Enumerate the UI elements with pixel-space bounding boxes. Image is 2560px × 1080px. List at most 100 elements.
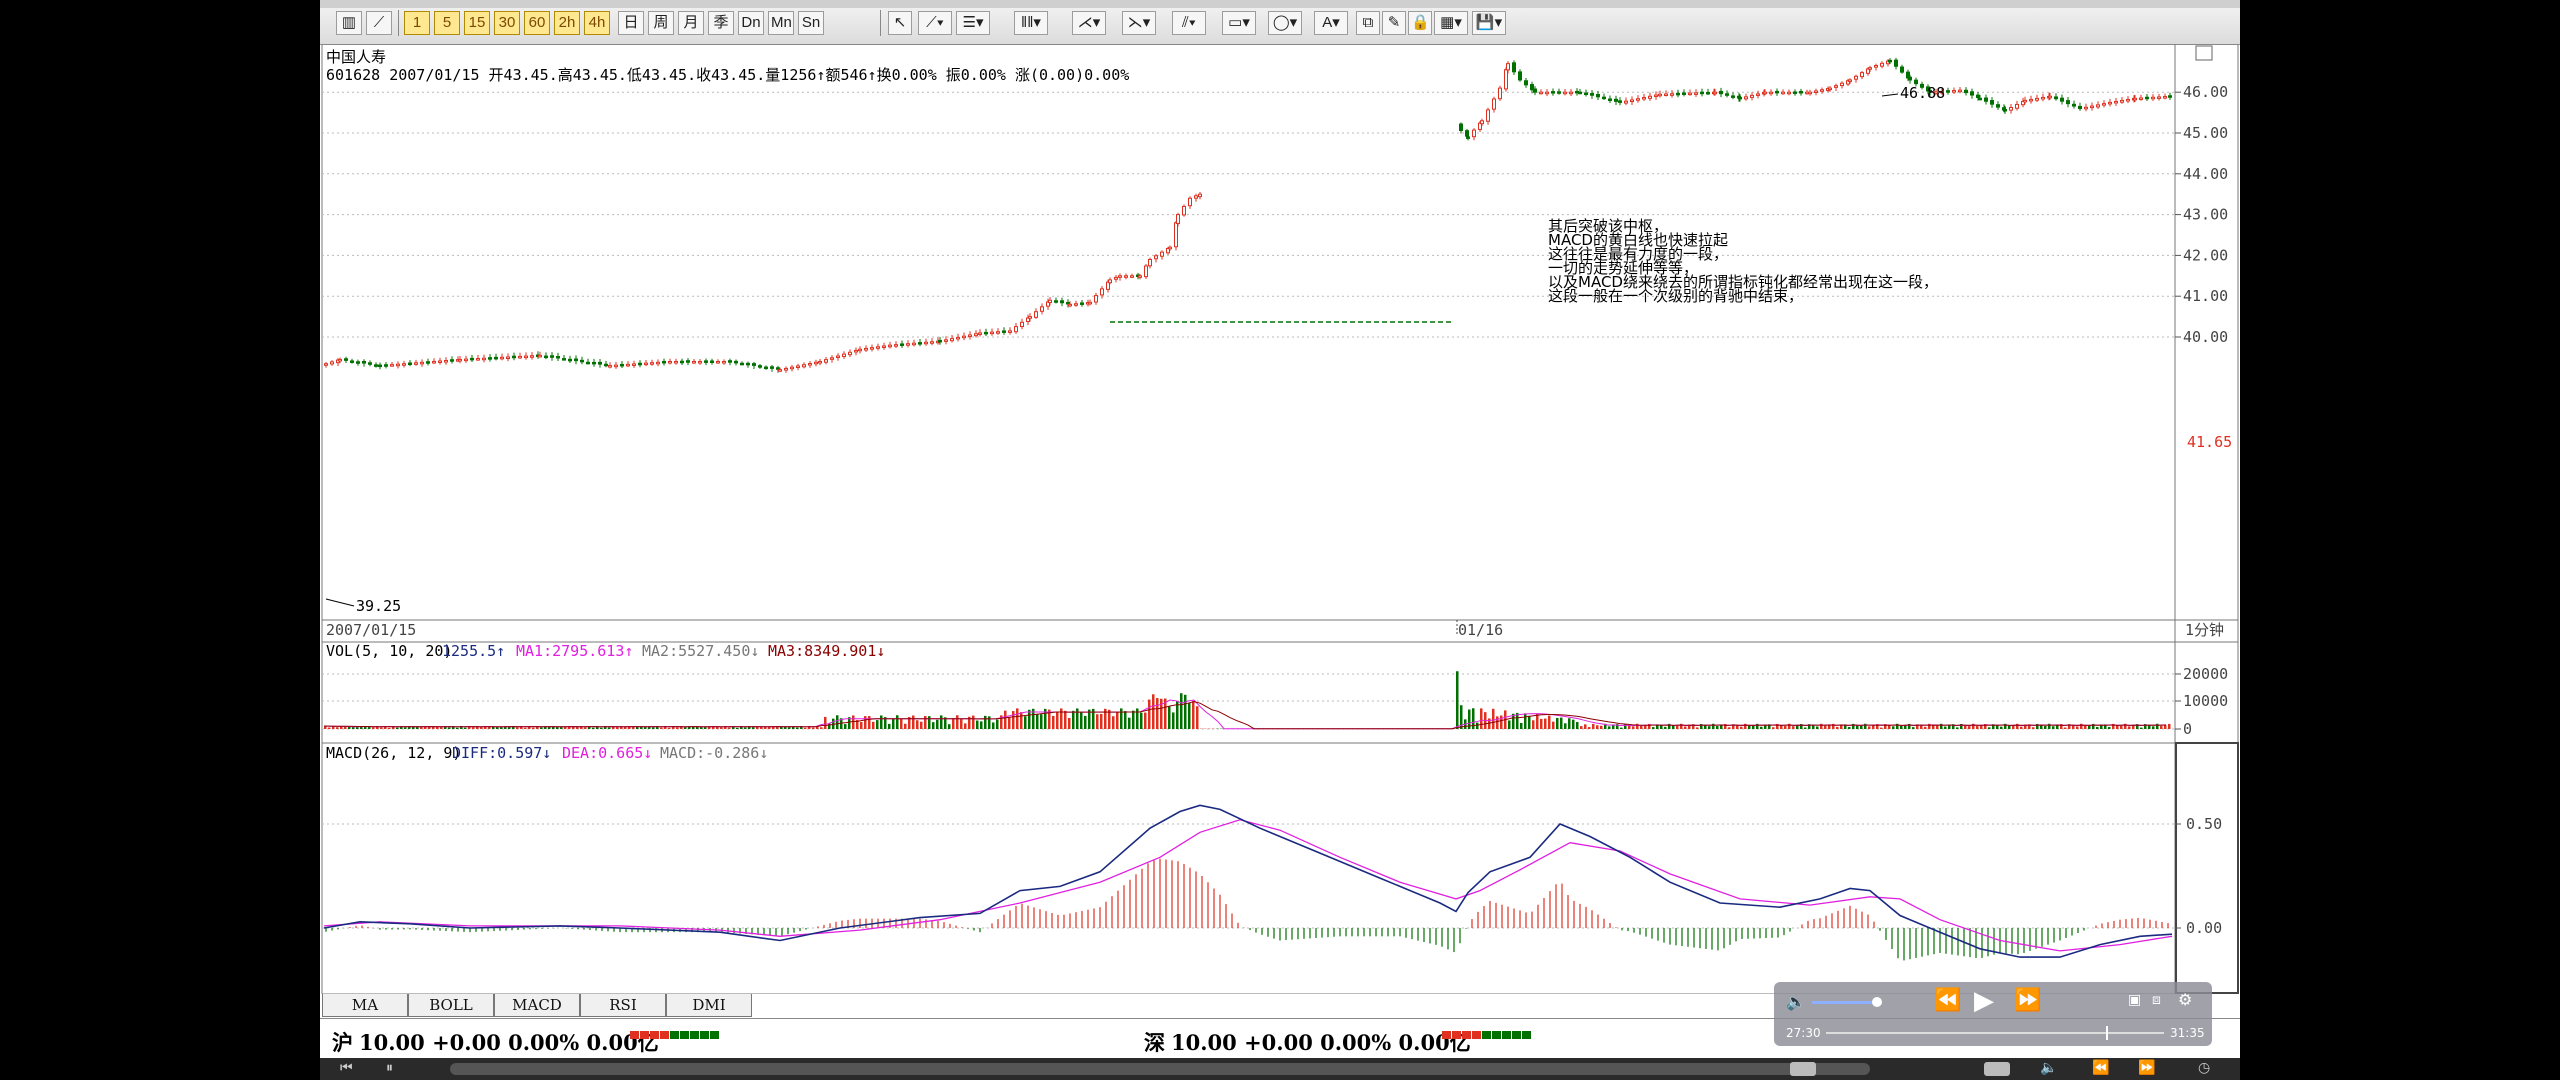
zoom-thumb[interactable] xyxy=(1984,1062,2010,1076)
candle-body xyxy=(894,344,898,347)
tab-dmi[interactable]: DMI xyxy=(666,994,752,1017)
skip-back-icon[interactable]: ⏮ xyxy=(340,1060,353,1076)
cursor-arrow-icon[interactable]: ↖ xyxy=(888,11,912,35)
candle-body xyxy=(830,357,834,360)
candle-body xyxy=(674,360,678,364)
player-progress-bar[interactable] xyxy=(1826,1032,2164,1034)
high-price-label: 46.88 xyxy=(1900,84,1945,102)
volume-slider-thumb[interactable] xyxy=(1872,997,1882,1007)
scrollbar-track[interactable] xyxy=(450,1063,1870,1075)
volume-bar xyxy=(608,727,611,729)
candle-body xyxy=(1518,71,1522,81)
candle-body xyxy=(488,357,492,360)
period-15min-icon[interactable]: 15 xyxy=(464,11,490,35)
period-2h-icon[interactable]: 2h xyxy=(554,11,580,35)
candle-body xyxy=(530,355,534,358)
ellipse-tool-icon[interactable]: ◯▾ xyxy=(1268,11,1302,35)
price-chart[interactable]: 中国人寿 601628 2007/01/15 开43.45.高43.45.低43… xyxy=(320,44,2240,994)
candle-body xyxy=(1820,89,1824,92)
volume-bar xyxy=(1728,727,1731,729)
period-season-button[interactable]: 季 xyxy=(708,11,734,35)
lock-icon[interactable]: 🔒 xyxy=(1408,11,1432,35)
save-icon[interactable]: 💾▾ xyxy=(1472,11,1506,35)
tab-boll[interactable]: BOLL xyxy=(408,994,494,1017)
volume-bar xyxy=(900,718,903,729)
candle-body xyxy=(656,361,660,365)
window-layout-icon[interactable] xyxy=(2195,45,2213,61)
period-4h-icon[interactable]: 4h xyxy=(584,11,610,35)
candle-body xyxy=(990,331,994,335)
candle-body xyxy=(344,358,348,361)
fullscreen-icon[interactable]: ⧈ xyxy=(2152,992,2161,1008)
fan-lines-icon[interactable]: ⋌▾ xyxy=(1072,11,1106,35)
prev-icon[interactable]: ⏪ xyxy=(2092,1060,2109,1076)
speaker-icon[interactable]: 🔈 xyxy=(2040,1060,2057,1076)
volume-bar xyxy=(1588,727,1591,729)
fast-forward-icon[interactable]: ⏩ xyxy=(2014,988,2041,1013)
toolbar-top-strip xyxy=(320,0,2240,8)
volume-bar xyxy=(2164,725,2167,729)
period-mn-button[interactable]: Mn xyxy=(768,11,794,35)
period-month-button[interactable]: 月 xyxy=(678,11,704,35)
text-tool-icon[interactable]: A▾ xyxy=(1314,11,1348,35)
parallel-lines-icon[interactable]: ⫽▾ xyxy=(1172,11,1206,35)
play-icon[interactable]: ▶ xyxy=(1974,986,1994,1016)
scrollbar-thumb[interactable] xyxy=(1790,1062,1816,1076)
line-draw-icon[interactable]: ⟋▾ xyxy=(918,11,952,35)
eraser-icon[interactable]: ✎ xyxy=(1382,11,1406,35)
period-day-button[interactable]: 日 xyxy=(618,11,644,35)
rewind-icon[interactable]: ⏪ xyxy=(1934,988,1961,1013)
candle-body xyxy=(710,360,714,363)
period-60min-icon[interactable]: 60 xyxy=(524,11,550,35)
volume-bar xyxy=(912,715,915,729)
volume-bar xyxy=(644,726,647,729)
candle-body xyxy=(876,346,880,349)
tab-ma[interactable]: MA xyxy=(322,994,408,1017)
tab-rsi[interactable]: RSI xyxy=(580,994,666,1017)
line-chart-icon[interactable]: ⟋ xyxy=(366,11,392,35)
period-week-button[interactable]: 周 xyxy=(648,11,674,35)
settings-gear-icon[interactable]: ⚙ xyxy=(2178,990,2192,1009)
volume-bar xyxy=(1880,727,1883,729)
timer-icon[interactable]: ◷ xyxy=(2198,1060,2210,1076)
candle-body xyxy=(888,344,892,348)
period-30min-icon[interactable]: 30 xyxy=(494,11,520,35)
volume-bar xyxy=(1112,716,1115,729)
candle-body xyxy=(2133,97,2137,101)
period-sn-button[interactable]: Sn xyxy=(798,11,824,35)
candle-body xyxy=(1124,275,1128,278)
volume-bar xyxy=(1720,725,1723,729)
volume-slider[interactable] xyxy=(1812,1001,1876,1004)
media-player-controls: 🔈 ⏪ ▶ ⏩ ▣ ⧈ ⚙ 27:30 31:35 xyxy=(1774,982,2212,1046)
candle-body xyxy=(764,366,768,370)
candle-body xyxy=(2035,97,2039,101)
rectangle-tool-icon[interactable]: ▭▾ xyxy=(1222,11,1256,35)
candlestick-series xyxy=(324,57,2172,373)
chart-frame xyxy=(321,44,2239,994)
volume-bar xyxy=(584,727,587,729)
volume-bar xyxy=(2140,727,2143,729)
pip-icon[interactable]: ▣ xyxy=(2128,992,2141,1008)
color-palette-icon[interactable]: ▦▾ xyxy=(1434,11,1468,35)
tab-macd[interactable]: MACD xyxy=(494,994,580,1017)
period-5min-icon[interactable]: 5 xyxy=(434,11,460,35)
next-icon[interactable]: ⏩ xyxy=(2138,1060,2155,1076)
vertical-lines-icon[interactable]: ‖‖▾ xyxy=(1014,11,1048,35)
horizontal-scrollbar[interactable]: ⏮ ⏸ 🔈 ⏪ ⏩ ◷ xyxy=(320,1058,2240,1080)
pause-icon[interactable]: ⏸ xyxy=(386,1060,393,1076)
candlestick-chart-icon[interactable]: ▥ xyxy=(336,11,362,35)
gann-fan-icon[interactable]: ⋋▾ xyxy=(1122,11,1156,35)
candle-body xyxy=(1990,100,1994,105)
volume-bar xyxy=(812,727,815,729)
player-progress-thumb[interactable] xyxy=(2106,1026,2108,1040)
period-dn-button[interactable]: Dn xyxy=(738,11,764,35)
volume-bar xyxy=(2128,726,2131,729)
macd-label: MACD(26, 12, 9) xyxy=(326,744,461,762)
volume-icon[interactable]: 🔈 xyxy=(1786,992,1806,1011)
volume-bar xyxy=(2096,726,2099,729)
period-1min-icon[interactable]: 1 xyxy=(404,11,430,35)
candle-body xyxy=(426,361,430,364)
channel-draw-icon[interactable]: ☰▾ xyxy=(956,11,990,35)
copy-icon[interactable]: ⧉ xyxy=(1356,11,1380,35)
date-left-label: 2007/01/15 xyxy=(326,621,416,639)
